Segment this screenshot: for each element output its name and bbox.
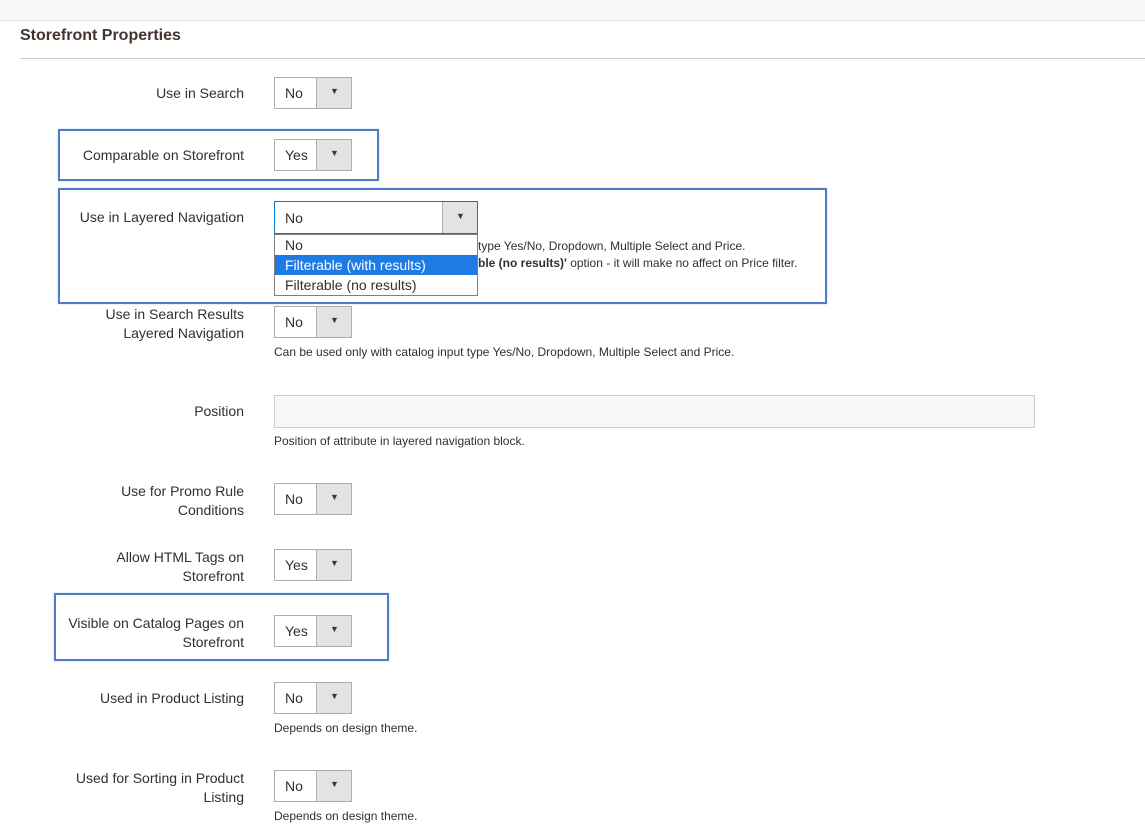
dropdown-button[interactable]: ▼ (316, 78, 351, 108)
label-line: Listing (203, 789, 244, 805)
dropdown-button[interactable]: ▼ (316, 683, 351, 713)
html-tags-label: Allow HTML Tags on Storefront (116, 548, 244, 586)
layered-nav-note-rest: option - it will make no affect on Price… (566, 256, 798, 270)
label-line: Use for Promo Rule (121, 483, 244, 499)
label-line: Allow HTML Tags on (116, 549, 244, 565)
dropdown-button[interactable]: ▼ (316, 484, 351, 514)
option-filterable-no-results[interactable]: Filterable (no results) (275, 275, 477, 295)
use-in-search-select[interactable]: No ▼ (274, 77, 352, 109)
label-line: Layered Navigation (123, 325, 244, 341)
search-results-layered-select[interactable]: No ▼ (274, 306, 352, 338)
position-label: Position (194, 403, 244, 419)
chevron-down-icon: ▼ (330, 691, 339, 701)
product-listing-label: Used in Product Listing (100, 690, 244, 706)
label-line: Storefront (182, 568, 244, 584)
option-no[interactable]: No (275, 235, 477, 255)
comparable-label: Comparable on Storefront (82, 147, 244, 163)
promo-rule-value: No (285, 491, 303, 507)
dropdown-button[interactable]: ▼ (316, 771, 351, 801)
position-note: Position of attribute in layered navigat… (274, 434, 525, 448)
top-bar (0, 0, 1145, 21)
label-line: Storefront (182, 634, 244, 650)
comparable-value: Yes (285, 147, 308, 163)
chevron-down-icon: ▼ (456, 211, 465, 221)
label-line: Conditions (177, 502, 244, 518)
search-results-layered-label: Use in Search Results Layered Navigation (105, 305, 244, 343)
sorting-select[interactable]: No ▼ (274, 770, 352, 802)
layered-nav-note-line2: ble (no results)' option - it will make … (478, 255, 797, 272)
dropdown-button[interactable]: ▼ (316, 140, 351, 170)
sorting-label: Used for Sorting in Product Listing (76, 769, 244, 807)
promo-rule-select[interactable]: No ▼ (274, 483, 352, 515)
promo-rule-label: Use for Promo Rule Conditions (121, 482, 244, 520)
dropdown-button[interactable]: ▼ (316, 616, 351, 646)
html-tags-value: Yes (285, 557, 308, 573)
label-line: Use in Search Results (105, 306, 244, 322)
sorting-value: No (285, 778, 303, 794)
dropdown-button[interactable]: ▼ (316, 550, 351, 580)
chevron-down-icon: ▼ (330, 558, 339, 568)
layered-nav-note-line1: type Yes/No, Dropdown, Multiple Select a… (478, 239, 746, 253)
section-title: Storefront Properties (20, 27, 181, 44)
dropdown-button[interactable]: ▼ (316, 307, 351, 337)
label-line: Used for Sorting in Product (75, 770, 244, 786)
search-results-layered-value: No (285, 314, 303, 330)
use-in-search-value: No (285, 85, 303, 101)
chevron-down-icon: ▼ (330, 86, 339, 96)
layered-nav-label: Use in Layered Navigation (79, 209, 244, 225)
label-line: Visible on Catalog Pages on (68, 615, 244, 631)
search-results-layered-note: Can be used only with catalog input type… (274, 345, 735, 359)
visible-catalog-label: Visible on Catalog Pages on Storefront (68, 614, 244, 652)
product-listing-note: Depends on design theme. (274, 721, 418, 735)
chevron-down-icon: ▼ (330, 492, 339, 502)
chevron-down-icon: ▼ (330, 148, 339, 158)
product-listing-select[interactable]: No ▼ (274, 682, 352, 714)
dropdown-button[interactable]: ▼ (442, 202, 477, 233)
use-in-search-label: Use in Search (156, 85, 244, 101)
sorting-note: Depends on design theme. (274, 809, 418, 823)
visible-catalog-select[interactable]: Yes ▼ (274, 615, 352, 647)
layered-nav-value: No (285, 210, 303, 226)
comparable-select[interactable]: Yes ▼ (274, 139, 352, 171)
product-listing-value: No (285, 690, 303, 706)
layered-nav-options-list: No Filterable (with results) Filterable … (274, 234, 478, 296)
layered-nav-select[interactable]: No ▼ (274, 201, 478, 234)
position-input[interactable] (274, 395, 1035, 428)
layered-nav-note-bold: ble (no results)' (478, 256, 567, 270)
chevron-down-icon: ▼ (330, 779, 339, 789)
option-filterable-with-results[interactable]: Filterable (with results) (275, 255, 477, 275)
visible-catalog-value: Yes (285, 623, 308, 639)
chevron-down-icon: ▼ (330, 315, 339, 325)
html-tags-select[interactable]: Yes ▼ (274, 549, 352, 581)
section-divider (20, 58, 1145, 59)
chevron-down-icon: ▼ (330, 624, 339, 634)
